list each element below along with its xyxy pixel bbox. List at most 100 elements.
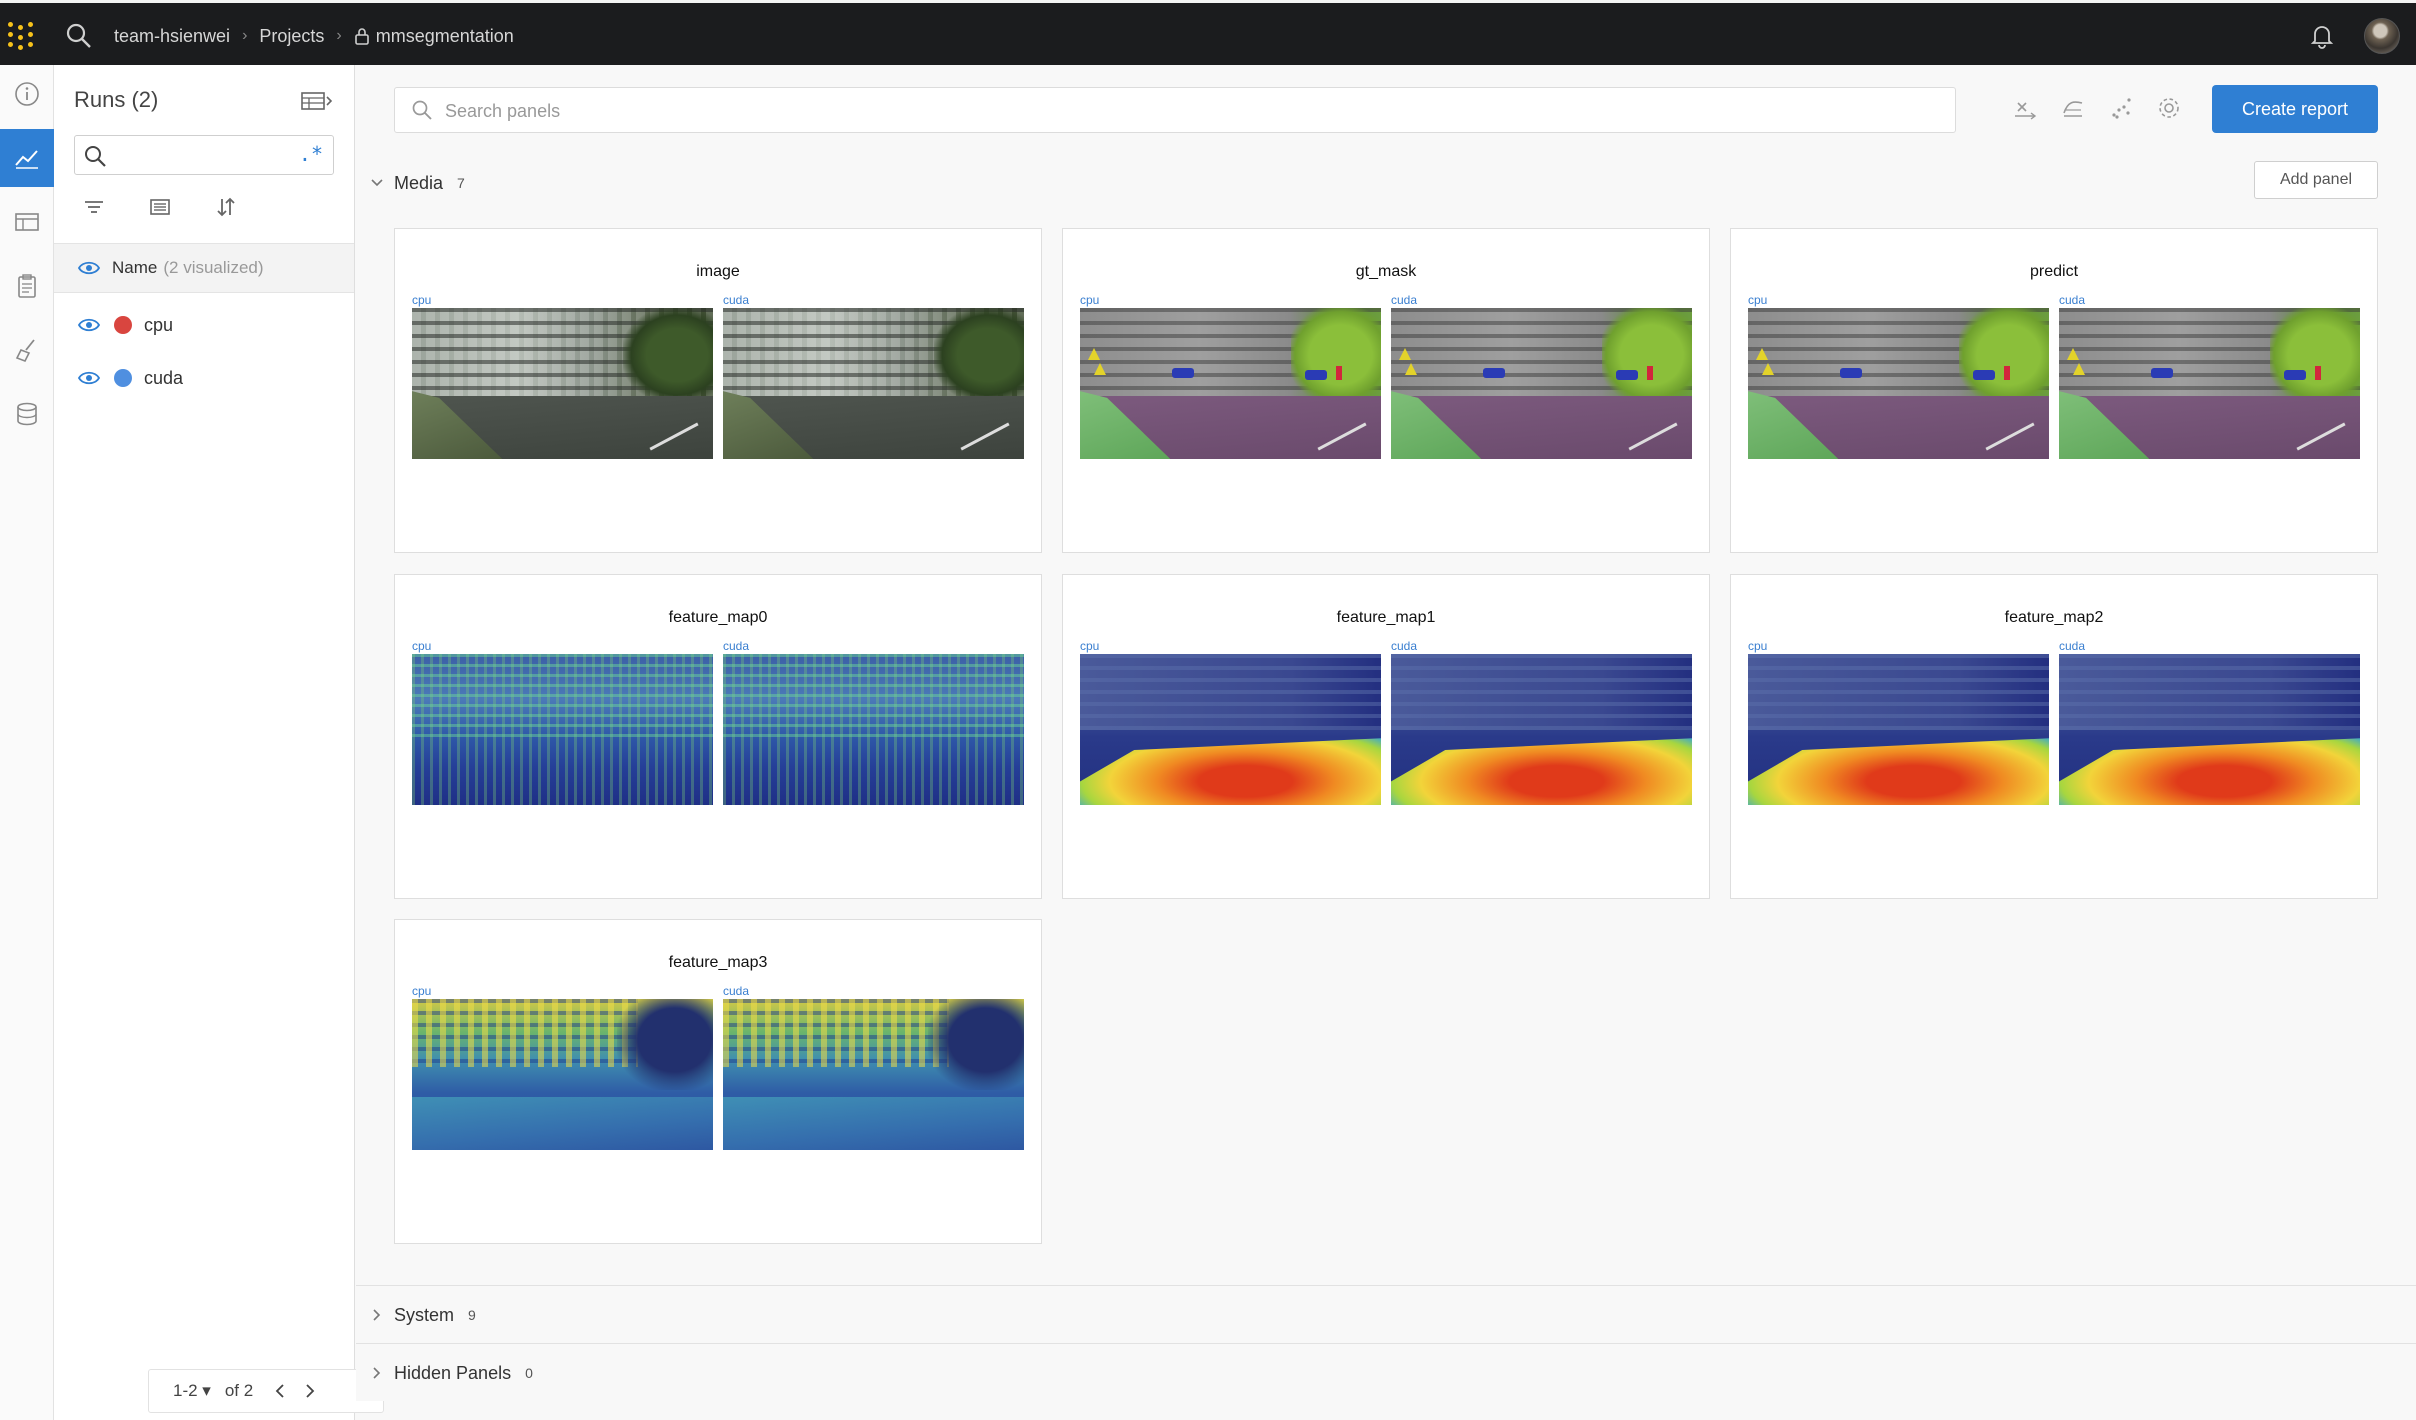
section-system-header[interactable]: System 9: [370, 1300, 476, 1330]
chevron-left-icon[interactable]: [271, 1382, 289, 1400]
media-panel-feature-map1[interactable]: feature_map1 cpu cuda: [1062, 574, 1710, 899]
broom-icon: [15, 339, 35, 363]
media-panel-feature-map0[interactable]: feature_map0 cpu cuda: [394, 574, 1042, 899]
run-label: cpu: [1748, 639, 1768, 653]
media-image[interactable]: [1391, 654, 1692, 805]
run-color-dot[interactable]: [114, 369, 132, 387]
rail-notes[interactable]: [0, 257, 54, 315]
info-icon: [15, 82, 39, 106]
chevron-right-icon: ›: [336, 27, 342, 44]
smoothing-icon[interactable]: [2060, 95, 2086, 121]
section-media-header[interactable]: Media 7: [370, 168, 465, 198]
chevron-down-icon: [371, 179, 383, 187]
database-icon: [17, 402, 37, 426]
left-icon-rail: [0, 65, 54, 1420]
section-hidden-panels[interactable]: Hidden Panels 0: [356, 1343, 2416, 1401]
media-panel-predict[interactable]: predict cpu cuda: [1730, 228, 2378, 553]
media-image[interactable]: [1080, 308, 1381, 459]
media-panel-image[interactable]: image cpu cuda: [394, 228, 1042, 553]
create-report-button[interactable]: Create report: [2212, 85, 2378, 133]
runs-search-box: .*: [74, 135, 334, 175]
media-image[interactable]: [1748, 308, 2049, 459]
media-image[interactable]: [2059, 654, 2360, 805]
panel-toolbar: [2012, 95, 2182, 121]
x-axis-icon[interactable]: [2012, 95, 2038, 121]
bell-icon[interactable]: [2308, 22, 2336, 50]
eye-icon[interactable]: [78, 260, 100, 276]
panel-search-input[interactable]: [445, 98, 1845, 124]
run-name[interactable]: cpu: [144, 315, 173, 336]
media-image[interactable]: [723, 654, 1024, 805]
search-icon[interactable]: [64, 21, 94, 51]
section-name: Media: [394, 172, 444, 193]
run-row-cuda[interactable]: cuda: [54, 354, 354, 402]
media-image[interactable]: [723, 999, 1024, 1150]
chevron-right-icon: ›: [242, 27, 248, 44]
panel-title: feature_map2: [2004, 609, 2104, 626]
run-label: cpu: [1748, 293, 1768, 307]
media-panel-gt-mask[interactable]: gt_mask cpu cuda: [1062, 228, 1710, 553]
expand-table-icon[interactable]: [300, 89, 334, 113]
media-image[interactable]: [723, 308, 1024, 459]
run-name[interactable]: cuda: [144, 368, 183, 389]
eye-icon[interactable]: [78, 317, 100, 333]
table-icon: [15, 213, 39, 231]
breadcrumb-project[interactable]: mmsegmentation: [376, 26, 514, 47]
media-image[interactable]: [412, 308, 713, 459]
runs-sidebar: Runs (2) .* Name (2 visualized) cpu cuda…: [54, 65, 384, 1420]
breadcrumb-team[interactable]: team-hsienwei: [114, 26, 230, 47]
gear-icon[interactable]: [2156, 95, 2182, 121]
section-hidden-header[interactable]: Hidden Panels 0: [370, 1358, 533, 1388]
chevron-right-icon: [373, 1367, 381, 1379]
page-total: of 2: [224, 1381, 254, 1400]
lock-icon: [354, 28, 369, 45]
run-label: cuda: [723, 984, 750, 998]
run-color-dot[interactable]: [114, 316, 132, 334]
top-bar: team-hsienwei › Projects › mmsegmentatio…: [0, 0, 2416, 65]
runs-search-input[interactable]: [113, 142, 283, 168]
name-column-label[interactable]: Name: [112, 258, 157, 278]
media-panel-feature-map2[interactable]: feature_map2 cpu cuda: [1730, 574, 2378, 899]
clipboard-icon: [18, 274, 36, 298]
rail-overview[interactable]: [0, 65, 54, 123]
run-label: cpu: [1080, 639, 1100, 653]
media-image[interactable]: [412, 654, 713, 805]
wandb-logo-icon[interactable]: [8, 22, 38, 52]
rail-artifacts[interactable]: [0, 385, 54, 443]
chevron-right-icon[interactable]: [301, 1382, 319, 1400]
add-panel-button[interactable]: Add panel: [2254, 161, 2378, 199]
media-image[interactable]: [1748, 654, 2049, 805]
workspace-main: Create report Media 7 Add panel image cp…: [356, 65, 2416, 1420]
line-chart-icon: [15, 150, 38, 169]
sort-icon[interactable]: [214, 195, 238, 219]
runs-pager: 1-2 ▾ of 2: [148, 1369, 384, 1413]
filter-icon[interactable]: [82, 195, 106, 219]
rail-table[interactable]: [0, 193, 54, 251]
breadcrumb: team-hsienwei › Projects › mmsegmentatio…: [114, 23, 514, 49]
media-image[interactable]: [2059, 308, 2360, 459]
section-system[interactable]: System 9: [356, 1285, 2416, 1343]
media-image[interactable]: [412, 999, 713, 1150]
media-panel-feature-map3[interactable]: feature_map3 cpu cuda: [394, 919, 1042, 1244]
breadcrumb-projects[interactable]: Projects: [259, 26, 324, 47]
run-label: cpu: [412, 639, 432, 653]
group-icon[interactable]: [148, 195, 172, 219]
media-image[interactable]: [1080, 654, 1381, 805]
media-image[interactable]: [1391, 308, 1692, 459]
rail-sweeps[interactable]: [0, 321, 54, 379]
panel-title: image: [696, 263, 740, 280]
visualized-count: (2 visualized): [163, 258, 264, 277]
page-range-select[interactable]: 1-2 ▾: [173, 1381, 211, 1401]
run-label: cuda: [723, 293, 750, 307]
eye-icon[interactable]: [78, 370, 100, 386]
avatar[interactable]: [2364, 18, 2400, 54]
run-label: cuda: [1391, 639, 1418, 653]
rail-charts[interactable]: [0, 129, 54, 187]
runs-title: Runs (2): [74, 87, 159, 112]
section-count: 7: [457, 175, 465, 191]
outliers-icon[interactable]: [2108, 95, 2134, 121]
regex-toggle[interactable]: .*: [299, 142, 323, 166]
run-label: cpu: [1080, 293, 1100, 307]
chevron-right-icon: [373, 1309, 381, 1321]
run-row-cpu[interactable]: cpu: [54, 301, 354, 349]
